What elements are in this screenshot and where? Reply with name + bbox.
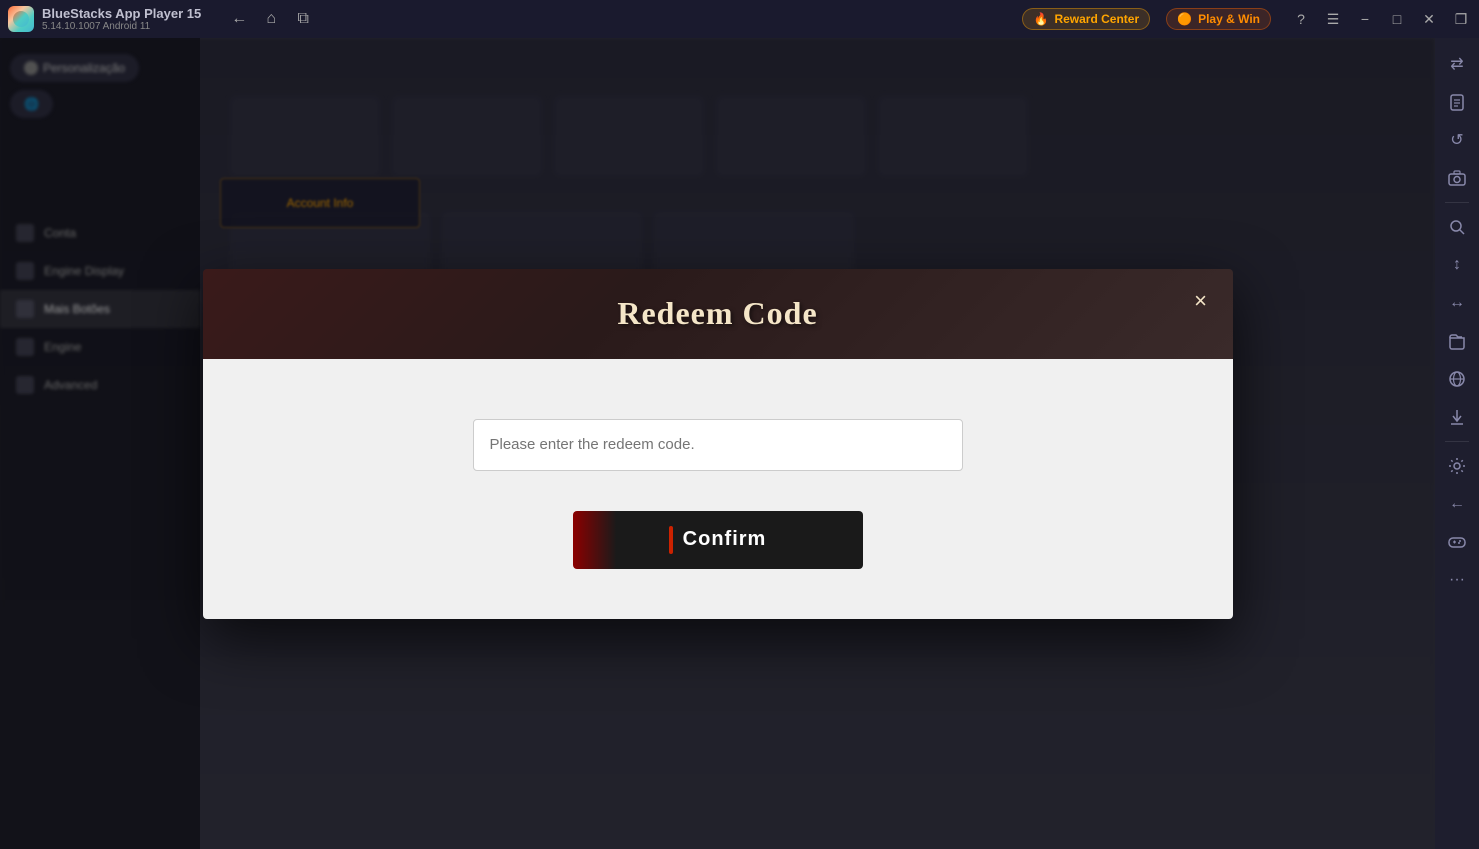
app-title: BlueStacks App Player 15 (42, 6, 201, 21)
modal-title: Redeem Code (617, 295, 817, 332)
sidebar-icon-zoom[interactable] (1439, 209, 1475, 245)
modal-header: Redeem Code × (203, 269, 1233, 359)
sidebar-icon-globe[interactable] (1439, 361, 1475, 397)
close-button[interactable]: ✕ (1415, 5, 1443, 33)
maximize-button[interactable]: □ (1383, 5, 1411, 33)
modal-overlay: Redeem Code × Confirm (0, 38, 1435, 849)
right-sidebar: ⇄ ↺ ↕ ↔ (1435, 38, 1479, 849)
title-bar-nav: ← ⌂ ⧉ (225, 5, 317, 33)
menu-button[interactable]: ☰ (1319, 5, 1347, 33)
sidebar-icon-back[interactable]: ← (1439, 486, 1475, 522)
sidebar-icon-swap[interactable]: ⇄ (1439, 46, 1475, 82)
sidebar-icon-download[interactable] (1439, 399, 1475, 435)
sidebar-icon-settings[interactable] (1439, 448, 1475, 484)
title-bar-left: BlueStacks App Player 15 5.14.10.1007 An… (0, 5, 1022, 33)
window-controls: ? ☰ − □ ✕ ❐ (1287, 5, 1479, 33)
sidebar-icon-resize-v[interactable]: ↕ (1439, 247, 1475, 283)
reward-center-label: Reward Center (1054, 12, 1139, 26)
confirm-label: Confirm (683, 528, 767, 551)
confirm-button[interactable]: Confirm (573, 511, 863, 569)
title-bar: BlueStacks App Player 15 5.14.10.1007 An… (0, 0, 1479, 38)
play-win-label: Play & Win (1198, 12, 1260, 26)
sidebar-icon-more[interactable]: ··· (1439, 562, 1475, 598)
main-content: Personalização 🌐 Conta Engine Display Ma… (0, 38, 1435, 849)
minimize-button[interactable]: − (1351, 5, 1379, 33)
confirm-btn-accent (669, 526, 673, 554)
play-win-button[interactable]: 🟠 Play & Win (1166, 8, 1271, 30)
play-win-icon: 🟠 (1177, 12, 1192, 26)
restore-button[interactable]: ❐ (1447, 5, 1475, 33)
sidebar-icon-clipboard[interactable] (1439, 84, 1475, 120)
sidebar-icon-refresh[interactable]: ↺ (1439, 122, 1475, 158)
sidebar-divider-2 (1445, 441, 1469, 442)
sidebar-icon-folder[interactable] (1439, 323, 1475, 359)
app-info: BlueStacks App Player 15 5.14.10.1007 An… (42, 6, 201, 32)
home-button[interactable]: ⌂ (257, 5, 285, 33)
tabs-button[interactable]: ⧉ (289, 5, 317, 33)
redeem-modal: Redeem Code × Confirm (203, 269, 1233, 619)
back-button[interactable]: ← (225, 5, 253, 33)
reward-icon: 🔥 (1033, 12, 1048, 26)
sidebar-divider-1 (1445, 202, 1469, 203)
redeem-code-input[interactable] (473, 419, 963, 471)
app-logo (8, 6, 34, 32)
sidebar-icon-camera[interactable] (1439, 160, 1475, 196)
sidebar-icon-gamepad[interactable] (1439, 524, 1475, 560)
reward-center-button[interactable]: 🔥 Reward Center (1022, 8, 1150, 30)
title-bar-center: 🔥 Reward Center 🟠 Play & Win (1022, 8, 1271, 30)
modal-close-button[interactable]: × (1185, 285, 1217, 317)
sidebar-icon-resize-h[interactable]: ↔ (1439, 285, 1475, 321)
app-subtitle: 5.14.10.1007 Android 11 (42, 21, 201, 32)
modal-body: Confirm (203, 359, 1233, 619)
help-button[interactable]: ? (1287, 5, 1315, 33)
